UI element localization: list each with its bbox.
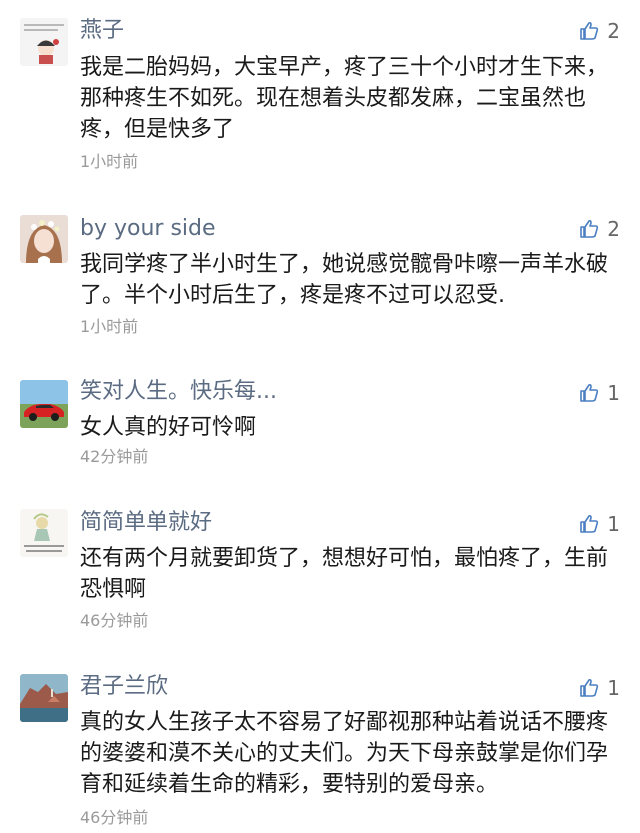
coastal-landscape-avatar-icon — [20, 674, 68, 722]
comment-text: 我是二胎妈妈，大宝早产，疼了三十个小时才生下来，那种疼生不如死。现在想着头皮都发… — [80, 55, 609, 142]
comment-text: 我同学疼了半小时生了，她说感觉髋骨咔嚓一声羊水破了。半个小时后生了，疼是疼不过可… — [80, 252, 609, 308]
avatar[interactable] — [20, 380, 68, 428]
like-button[interactable]: 1 — [579, 676, 620, 700]
comment-text: 女人真的好可怜啊 — [80, 415, 257, 440]
timestamp: 1小时前 — [80, 152, 139, 171]
like-button[interactable]: 1 — [579, 381, 620, 405]
like-button[interactable]: 2 — [579, 217, 620, 241]
username[interactable]: 笑对人生。快乐每... — [80, 378, 277, 406]
avatar[interactable] — [20, 509, 68, 557]
like-button[interactable]: 1 — [579, 512, 620, 536]
timestamp: 1小时前 — [80, 317, 139, 336]
avatar[interactable] — [20, 215, 68, 263]
username[interactable]: 燕子 — [80, 17, 124, 45]
illustrated-girl-text-avatar-icon — [20, 509, 68, 557]
timestamp: 46分钟前 — [80, 808, 149, 827]
red-sports-car-avatar-icon — [20, 380, 68, 428]
comment-text: 真的女人生孩子太不容易了好鄙视那种站着说话不腰疼的婆婆和漠不关心的丈夫们。为天下… — [80, 710, 609, 797]
timestamp: 42分钟前 — [80, 447, 149, 466]
comment-text: 还有两个月就要卸货了，想想好可怕，最怕疼了，生前恐惧啊 — [80, 546, 609, 602]
timestamp: 46分钟前 — [80, 611, 149, 630]
username[interactable]: 君子兰欣 — [80, 673, 168, 701]
like-count: 1 — [607, 381, 620, 405]
like-button[interactable]: 2 — [579, 19, 620, 43]
avatar[interactable] — [20, 674, 68, 722]
thumbs-up-icon — [580, 21, 599, 40]
like-count: 1 — [607, 676, 620, 700]
thumbs-up-icon — [580, 219, 599, 238]
avatar[interactable] — [20, 18, 68, 66]
like-count: 2 — [607, 19, 620, 43]
username[interactable]: 简简单单就好 — [80, 509, 212, 537]
like-count: 2 — [607, 217, 620, 241]
like-count: 1 — [607, 512, 620, 536]
thumbs-up-icon — [580, 678, 599, 697]
cartoon-girl-text-avatar-icon — [20, 18, 68, 66]
username[interactable]: by your side — [80, 215, 216, 243]
thumbs-up-icon — [580, 514, 599, 533]
thumbs-up-icon — [580, 383, 599, 402]
flower-crown-girl-avatar-icon — [20, 215, 68, 263]
